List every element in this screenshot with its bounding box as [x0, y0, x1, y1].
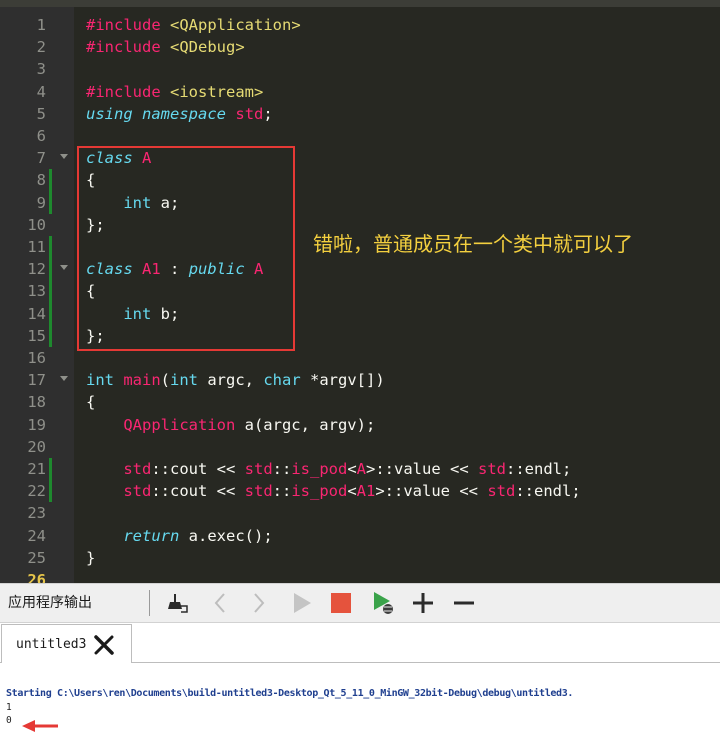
line-number: 6 — [36, 127, 46, 145]
code-text: std::cout << std::is_pod<A>::value << st… — [123, 460, 572, 478]
change-marker — [49, 302, 52, 325]
code-line[interactable]: 25} — [0, 547, 720, 569]
line-number: 17 — [27, 371, 46, 390]
editor-top-strip — [0, 0, 720, 7]
line-number: 1 — [36, 16, 46, 34]
output-result-line: 1 — [6, 702, 12, 713]
line-number: 7 — [36, 149, 46, 168]
line-number: 19 — [27, 415, 46, 434]
output-starting-line: Starting C:\Users\ren\Documents\build-un… — [6, 688, 574, 699]
clean-output-icon[interactable] — [162, 588, 192, 618]
line-number: 8 — [36, 171, 46, 190]
line-number: 20 — [27, 437, 46, 456]
code-line[interactable]: 4 #include <iostream> — [0, 81, 720, 103]
code-line[interactable]: 24 return a.exec(); — [0, 525, 720, 547]
code-line[interactable]: 23 — [0, 502, 720, 524]
tab-label: untitled3 — [16, 637, 87, 652]
code-line[interactable]: 19 QApplication a(argc, argv); — [0, 414, 720, 436]
code-text: return a.exec(); — [123, 526, 273, 545]
output-panel-toolbar: 应用程序输出 — [0, 583, 720, 623]
previous-icon[interactable] — [205, 588, 235, 618]
line-number: 24 — [27, 526, 46, 545]
stop-icon[interactable] — [326, 588, 356, 618]
zoom-in-icon[interactable] — [408, 588, 438, 618]
change-marker — [49, 280, 52, 303]
line-number: 13 — [27, 282, 46, 301]
code-line[interactable]: 1 #include <QApplication> — [0, 14, 720, 36]
code-line[interactable]: 5 using namespace std; — [0, 103, 720, 125]
close-icon[interactable] — [93, 635, 115, 655]
application-output[interactable]: Starting C:\Users\ren\Documents\build-un… — [0, 663, 720, 756]
code-text: #include <QDebug> — [86, 38, 245, 57]
fold-arrow-icon[interactable] — [60, 154, 68, 160]
line-number: 23 — [27, 504, 46, 523]
annotation-box — [77, 146, 295, 351]
line-number: 21 — [27, 460, 46, 478]
run-icon[interactable] — [287, 588, 317, 618]
line-number: 10 — [27, 215, 46, 234]
line-number: 11 — [27, 238, 46, 256]
line-number: 15 — [27, 326, 46, 345]
code-line[interactable]: 21 std::cout << std::is_pod<A>::value <<… — [0, 458, 720, 481]
code-editor[interactable]: 1 #include <QApplication> 2 #include <QDebu… — [0, 0, 720, 583]
code-text: #include <iostream> — [86, 82, 264, 101]
code-text: } — [86, 548, 96, 567]
code-text: QApplication a(argc, argv); — [123, 415, 376, 434]
line-number: 14 — [27, 304, 46, 323]
code-text: std::cout << std::is_pod<A1>::value << s… — [123, 482, 581, 501]
code-line[interactable]: 3 — [0, 58, 720, 80]
code-line[interactable]: 6 — [0, 125, 720, 147]
tab-untitled3[interactable]: untitled3 — [1, 624, 132, 663]
change-marker — [49, 191, 52, 214]
annotation-text: 错啦，普通成员在一个类中就可以了 — [313, 232, 633, 256]
line-number: 25 — [27, 548, 46, 567]
line-number: 9 — [36, 193, 46, 212]
code-line[interactable]: 22 std::cout << std::is_pod<A1>::value <… — [0, 480, 720, 503]
change-marker — [49, 236, 52, 259]
change-marker — [49, 480, 52, 503]
output-result-line: 0 — [6, 715, 12, 726]
change-marker — [49, 458, 52, 481]
change-marker — [49, 324, 52, 347]
code-line[interactable]: 2 #include <QDebug> — [0, 36, 720, 58]
next-icon[interactable] — [244, 588, 274, 618]
line-number: 3 — [36, 60, 46, 79]
change-marker — [49, 258, 52, 281]
line-number: 16 — [27, 349, 46, 367]
code-line[interactable]: 20 — [0, 436, 720, 458]
code-line[interactable]: 17 int main(int argc, char *argv[]) — [0, 369, 720, 391]
code-text: { — [86, 393, 96, 412]
fold-arrow-icon[interactable] — [60, 265, 68, 271]
output-tab-bar: untitled3 — [0, 623, 720, 663]
line-number: 22 — [27, 482, 46, 501]
panel-title[interactable]: 应用程序输出 — [8, 584, 92, 622]
red-arrow-annotation — [22, 720, 58, 732]
code-line[interactable]: 18 { — [0, 391, 720, 413]
code-text: int main(int argc, char *argv[]) — [86, 371, 385, 390]
fold-arrow-icon[interactable] — [60, 376, 68, 382]
line-number: 4 — [36, 82, 46, 101]
line-number: 2 — [36, 38, 46, 57]
code-text: #include <QApplication> — [86, 16, 301, 34]
code-line[interactable]: 26 — [0, 569, 720, 583]
zoom-out-icon[interactable] — [449, 588, 479, 618]
line-number: 5 — [36, 104, 46, 123]
line-number: 18 — [27, 393, 46, 412]
line-number: 26 — [27, 571, 46, 583]
debug-run-icon[interactable] — [368, 588, 398, 618]
change-marker — [49, 169, 52, 192]
line-number: 12 — [27, 260, 46, 279]
code-text: using namespace std; — [86, 104, 273, 123]
toolbar-separator — [149, 590, 150, 616]
